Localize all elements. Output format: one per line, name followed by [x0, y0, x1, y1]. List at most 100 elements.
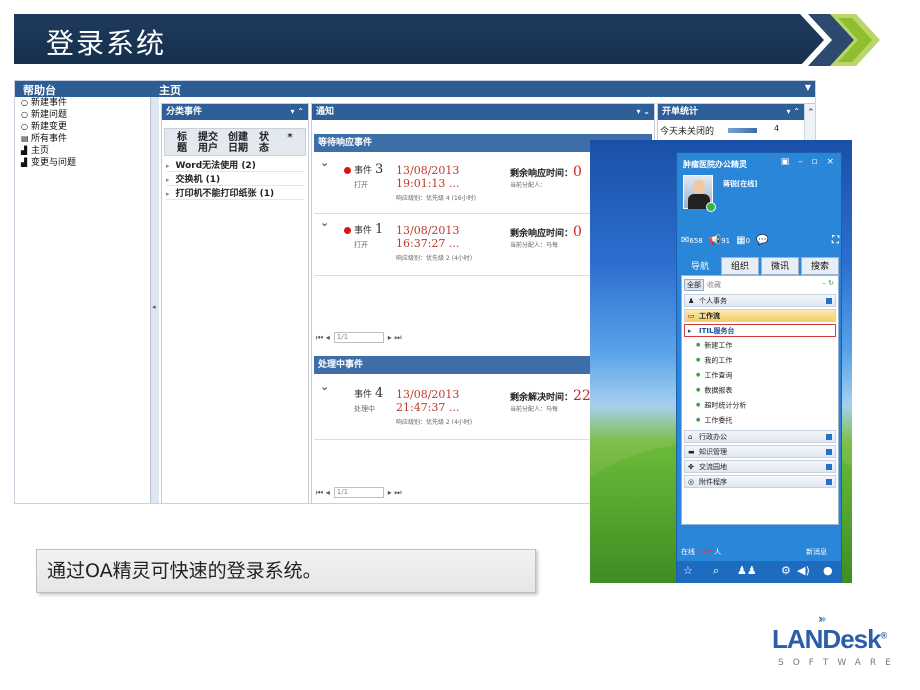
- people-icon: ✤: [688, 463, 694, 471]
- sidebar-item-home[interactable]: ▟ 主页: [15, 145, 150, 157]
- new-message-link[interactable]: 新消息: [806, 547, 827, 557]
- table-row[interactable]: ▸ 交换机 (1): [166, 172, 304, 186]
- menu-item-timeout-stats[interactable]: 超时统计分析: [696, 399, 746, 412]
- tab-search[interactable]: 搜索: [801, 257, 839, 275]
- flag-icon: ▸: [688, 327, 692, 335]
- table-row[interactable]: ▸ 打印机不能打印纸张 (1): [166, 186, 304, 200]
- apps-button[interactable]: ▦0: [736, 235, 750, 246]
- online-status-icon: [706, 202, 716, 212]
- expand-chevron-icon[interactable]: ⌄: [320, 216, 329, 229]
- column-star[interactable]: *: [285, 132, 295, 143]
- new-icon: ○: [21, 122, 28, 131]
- column-created[interactable]: 创建日期: [227, 132, 249, 154]
- expand-icon[interactable]: ▸: [166, 162, 170, 170]
- group-itil-servicedesk[interactable]: ▸ ITIL服务台: [684, 324, 836, 337]
- table-row[interactable]: ▸ Word无法使用 (2): [166, 158, 304, 172]
- menu-item-work-query[interactable]: 工作查询: [696, 369, 732, 382]
- megaphone-icon: 📢: [708, 234, 722, 246]
- menu-item-data-report[interactable]: 数据报表: [696, 384, 732, 397]
- chat-button[interactable]: 💬: [756, 235, 768, 246]
- search-icon[interactable]: ⌕: [713, 564, 719, 578]
- menu-item-my-work[interactable]: 我的工作: [696, 354, 732, 367]
- event-time: 16:37:27 ...: [396, 237, 460, 250]
- avatar[interactable]: [683, 175, 716, 212]
- tab-microchat[interactable]: 微讯: [761, 257, 799, 275]
- building-icon: ⌂: [688, 433, 693, 441]
- event-number[interactable]: 4: [375, 386, 383, 401]
- expand-chevron-icon[interactable]: ⌄: [320, 156, 329, 169]
- stat-value: 4: [774, 124, 780, 133]
- column-title[interactable]: 标题: [175, 132, 189, 154]
- window-controls-icon[interactable]: ▣ – ▫ ×: [781, 157, 837, 167]
- tab-navigation[interactable]: 导航: [681, 257, 719, 275]
- caption-box: 通过OA精灵可快速的登录系统。: [36, 549, 536, 593]
- group-admin-office[interactable]: ⌂ 行政办公: [684, 430, 836, 443]
- event-number[interactable]: 1: [375, 222, 383, 237]
- users-icon[interactable]: ♟♟: [737, 564, 757, 577]
- title-banner: 登录系统: [14, 14, 834, 64]
- refresh-icon[interactable]: – ↻: [822, 279, 834, 287]
- tab-organization[interactable]: 组织: [721, 257, 759, 275]
- chat-bubble-icon[interactable]: ●: [823, 564, 833, 577]
- gear-icon[interactable]: ⚙: [781, 564, 791, 577]
- folder-icon: ▭: [688, 312, 695, 320]
- group-knowledge[interactable]: ▬ 知识管理: [684, 445, 836, 458]
- app-header-bar: 帮助台 主页 ▼: [15, 81, 815, 97]
- group-workflow[interactable]: ▭ 工作流: [684, 309, 836, 322]
- expand-icon[interactable]: [826, 449, 832, 455]
- notice-button[interactable]: 📢91: [709, 235, 730, 246]
- header-dropdown-icon[interactable]: ▼: [805, 83, 811, 92]
- group-personal[interactable]: ♟ 个人事务: [684, 294, 836, 307]
- mail-button[interactable]: ✉658: [681, 235, 703, 246]
- first-page-icon[interactable]: ⏮ ◂: [316, 488, 330, 497]
- assignee: 当前分配人：马每: [510, 406, 559, 413]
- filter-favorites-button[interactable]: 收藏: [707, 281, 721, 289]
- next-page-icon[interactable]: ▸ ⏭: [388, 488, 402, 497]
- sidebar-item-changes-problems[interactable]: ▟ 变更与问题: [15, 157, 150, 169]
- event-time: 21:47:37 ...: [396, 401, 460, 414]
- group-attachments[interactable]: ◎ 附件程序: [684, 475, 836, 488]
- expand-icon[interactable]: ▸: [166, 190, 170, 198]
- next-page-icon[interactable]: ▸ ⏭: [388, 333, 402, 342]
- expand-icon[interactable]: ▸: [166, 176, 170, 184]
- remain-label: 剩余响应时间：: [510, 229, 574, 239]
- expand-icon[interactable]: [826, 464, 832, 470]
- sidebar-item-all-incidents[interactable]: ▤ 所有事件: [15, 133, 150, 145]
- scroll-up-icon[interactable]: ⌃: [807, 108, 815, 118]
- event-date: 13/08/2013: [396, 164, 460, 177]
- event-number[interactable]: 3: [375, 162, 383, 177]
- new-icon: ○: [21, 98, 28, 107]
- collapse-arrow-icon[interactable]: ◂: [152, 303, 156, 311]
- org-button[interactable]: ⛶: [832, 235, 839, 246]
- sidebar-item-new-problem[interactable]: ○ 新建问题: [15, 109, 150, 121]
- page-input[interactable]: 1/1: [333, 332, 384, 343]
- sidebar-item-new-incident[interactable]: ○ 新建事件: [15, 97, 150, 109]
- panel-controls-icon[interactable]: ▾ ⌃: [786, 104, 800, 120]
- stat-label: 今天未关闭的: [660, 127, 715, 137]
- expand-icon[interactable]: [826, 479, 832, 485]
- expand-chevron-icon[interactable]: ⌄: [320, 380, 329, 393]
- menu-item-new-work[interactable]: 新建工作: [696, 339, 732, 352]
- pagination: ⏮ ◂ 1/1 ▸ ⏭: [316, 332, 402, 346]
- expand-icon[interactable]: [826, 298, 832, 304]
- star-icon[interactable]: ☆: [683, 564, 693, 577]
- new-icon: ○: [21, 110, 28, 119]
- panel-controls-icon[interactable]: ▾ ⌃: [290, 104, 304, 120]
- assignee: 当前分配人：马每: [510, 242, 559, 249]
- sidebar-item-new-change[interactable]: ○ 新建变更: [15, 121, 150, 133]
- event-status: 处理中: [354, 405, 375, 413]
- first-page-icon[interactable]: ⏮ ◂: [316, 333, 330, 342]
- page-input[interactable]: 1/1: [333, 487, 384, 498]
- sidebar-splitter[interactable]: ◂: [151, 97, 159, 503]
- column-status[interactable]: 状态: [257, 132, 271, 154]
- chart-icon: ▟: [21, 158, 28, 167]
- chevron-decoration-icon: [800, 14, 880, 66]
- column-submitter[interactable]: 提交用户: [197, 132, 219, 154]
- filter-all-button[interactable]: 全部: [684, 279, 704, 291]
- panel-controls-icon[interactable]: ▾ ⌄: [636, 104, 650, 120]
- group-forum[interactable]: ✤ 交流园地: [684, 460, 836, 473]
- speaker-icon[interactable]: ◀): [797, 564, 810, 577]
- menu-item-work-delegate[interactable]: 工作委托: [696, 414, 732, 427]
- logo-registered: ®: [880, 630, 888, 641]
- expand-icon[interactable]: [826, 434, 832, 440]
